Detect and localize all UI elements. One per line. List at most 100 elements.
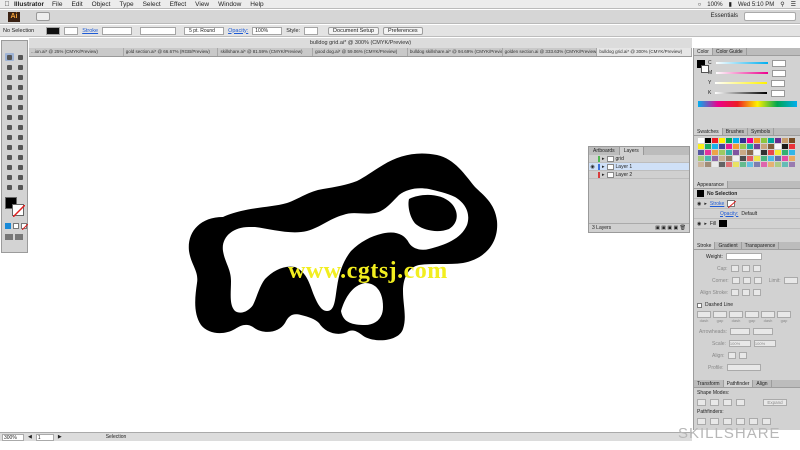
miter-limit-field[interactable]: [783, 277, 798, 284]
swatch[interactable]: [775, 150, 781, 155]
menu-select[interactable]: Select: [143, 1, 161, 8]
stroke-weight-field[interactable]: [102, 26, 133, 35]
bulldog-artwork[interactable]: [159, 147, 519, 357]
search-icon[interactable]: ⚲: [780, 1, 784, 8]
swatch[interactable]: [782, 144, 788, 149]
direct-selection-tool-icon[interactable]: [16, 53, 25, 61]
swatch[interactable]: [705, 162, 711, 167]
artboard-canvas[interactable]: www.cgtsj.com: [29, 57, 692, 430]
arrow-align-button[interactable]: [738, 352, 747, 359]
swatch[interactable]: [789, 138, 795, 143]
tab-pathfinder[interactable]: Pathfinder: [723, 380, 754, 387]
layer-row[interactable]: ▸ Layer 2: [589, 171, 689, 179]
tab-transparency[interactable]: Transparence: [742, 242, 780, 249]
swatch[interactable]: [733, 150, 739, 155]
slice-tool-icon[interactable]: [16, 173, 25, 181]
swatch[interactable]: [726, 162, 732, 167]
expand-triangle-icon[interactable]: ▸: [602, 172, 605, 178]
start-scale-field[interactable]: 100%: [728, 340, 751, 347]
fill-swatch[interactable]: [719, 220, 728, 227]
swatch[interactable]: [775, 156, 781, 161]
menu-object[interactable]: Object: [92, 1, 111, 8]
swatch[interactable]: [712, 162, 718, 167]
swatch[interactable]: [747, 144, 753, 149]
round-join-button[interactable]: [742, 277, 751, 284]
round-cap-button[interactable]: [741, 265, 750, 272]
swatch[interactable]: [782, 138, 788, 143]
mesh-tool-icon[interactable]: [5, 143, 14, 151]
minus-front-icon[interactable]: [710, 399, 719, 406]
swatch[interactable]: [719, 144, 725, 149]
eye-icon[interactable]: ◉: [589, 164, 596, 170]
layer-name[interactable]: grid: [616, 156, 624, 162]
end-scale-field[interactable]: 100%: [753, 340, 776, 347]
swatch[interactable]: [726, 156, 732, 161]
swatch[interactable]: [712, 156, 718, 161]
perspective-grid-tool-icon[interactable]: [16, 133, 25, 141]
arrow-align-button[interactable]: [727, 352, 736, 359]
swatch[interactable]: [719, 150, 725, 155]
opacity-link[interactable]: Opacity:: [720, 211, 738, 217]
swatch[interactable]: [761, 138, 767, 143]
color-stroke-proxy[interactable]: [701, 65, 709, 73]
first-artboard-icon[interactable]: ◀: [28, 434, 32, 440]
swatch[interactable]: [712, 144, 718, 149]
yellow-value[interactable]: [771, 79, 786, 87]
hand-tool-icon[interactable]: [5, 183, 14, 191]
outline-icon[interactable]: [749, 418, 758, 425]
color-mode-icon[interactable]: [5, 223, 11, 229]
menu-help[interactable]: Help: [250, 1, 263, 8]
document-tab[interactable]: golden section.ai @ 333.63% (CMYK/Previe…: [503, 48, 598, 56]
gap-input[interactable]: [713, 311, 727, 318]
swatch[interactable]: [768, 156, 774, 161]
swatch[interactable]: [733, 156, 739, 161]
swatch[interactable]: [705, 138, 711, 143]
battery-icon[interactable]: ▮: [729, 1, 732, 8]
swatch[interactable]: [754, 150, 760, 155]
draw-mode-icon[interactable]: [5, 234, 13, 240]
butt-cap-button[interactable]: [730, 265, 739, 272]
dash-input[interactable]: [761, 311, 775, 318]
black-slider[interactable]: [715, 92, 768, 94]
layer-name[interactable]: Layer 1: [616, 164, 633, 170]
crop-icon[interactable]: [736, 418, 745, 425]
menu-list-icon[interactable]: ☰: [791, 1, 796, 8]
yellow-slider[interactable]: [715, 82, 768, 84]
preferences-button[interactable]: Preferences: [383, 26, 423, 35]
next-artboard-icon[interactable]: ▶: [58, 434, 62, 440]
expand-triangle-icon[interactable]: ▸: [602, 156, 605, 162]
gap-input[interactable]: [745, 311, 759, 318]
swatch[interactable]: [768, 138, 774, 143]
opacity-link[interactable]: Opacity:: [228, 28, 248, 34]
symbol-sprayer-tool-icon[interactable]: [5, 163, 14, 171]
dash-input[interactable]: [697, 311, 711, 318]
tab-transform[interactable]: Transform: [694, 380, 724, 387]
swatch[interactable]: [705, 150, 711, 155]
magenta-slider[interactable]: [716, 72, 769, 74]
swatch[interactable]: [712, 150, 718, 155]
swatch[interactable]: [705, 144, 711, 149]
brush-definition[interactable]: 5 pt. Round: [184, 26, 225, 35]
stroke-link[interactable]: Stroke: [82, 28, 98, 34]
apple-menu-icon[interactable]: : [0, 1, 14, 8]
square-cap-button[interactable]: [752, 265, 761, 272]
minus-back-icon[interactable]: [762, 418, 771, 425]
cyan-slider[interactable]: [715, 62, 768, 64]
opacity-field[interactable]: 100%: [252, 26, 283, 35]
document-setup-button[interactable]: Document Setup: [328, 26, 380, 35]
cyan-slider-row[interactable]: C: [694, 58, 800, 68]
eye-icon[interactable]: ◉: [697, 201, 701, 207]
swatch[interactable]: [740, 150, 746, 155]
black-slider-row[interactable]: K: [694, 88, 800, 98]
eraser-tool-icon[interactable]: [16, 103, 25, 111]
swatch[interactable]: [747, 150, 753, 155]
width-tool-icon[interactable]: [5, 123, 14, 131]
swatch[interactable]: [740, 144, 746, 149]
divide-icon[interactable]: [697, 418, 706, 425]
swatch[interactable]: [740, 162, 746, 167]
clock[interactable]: Wed 5:10 PM: [738, 2, 774, 8]
layer-row[interactable]: ◉ ▸ Layer 1: [589, 163, 689, 171]
trim-icon[interactable]: [710, 418, 719, 425]
tab-artboards[interactable]: Artboards: [589, 147, 620, 155]
swatch[interactable]: [782, 162, 788, 167]
